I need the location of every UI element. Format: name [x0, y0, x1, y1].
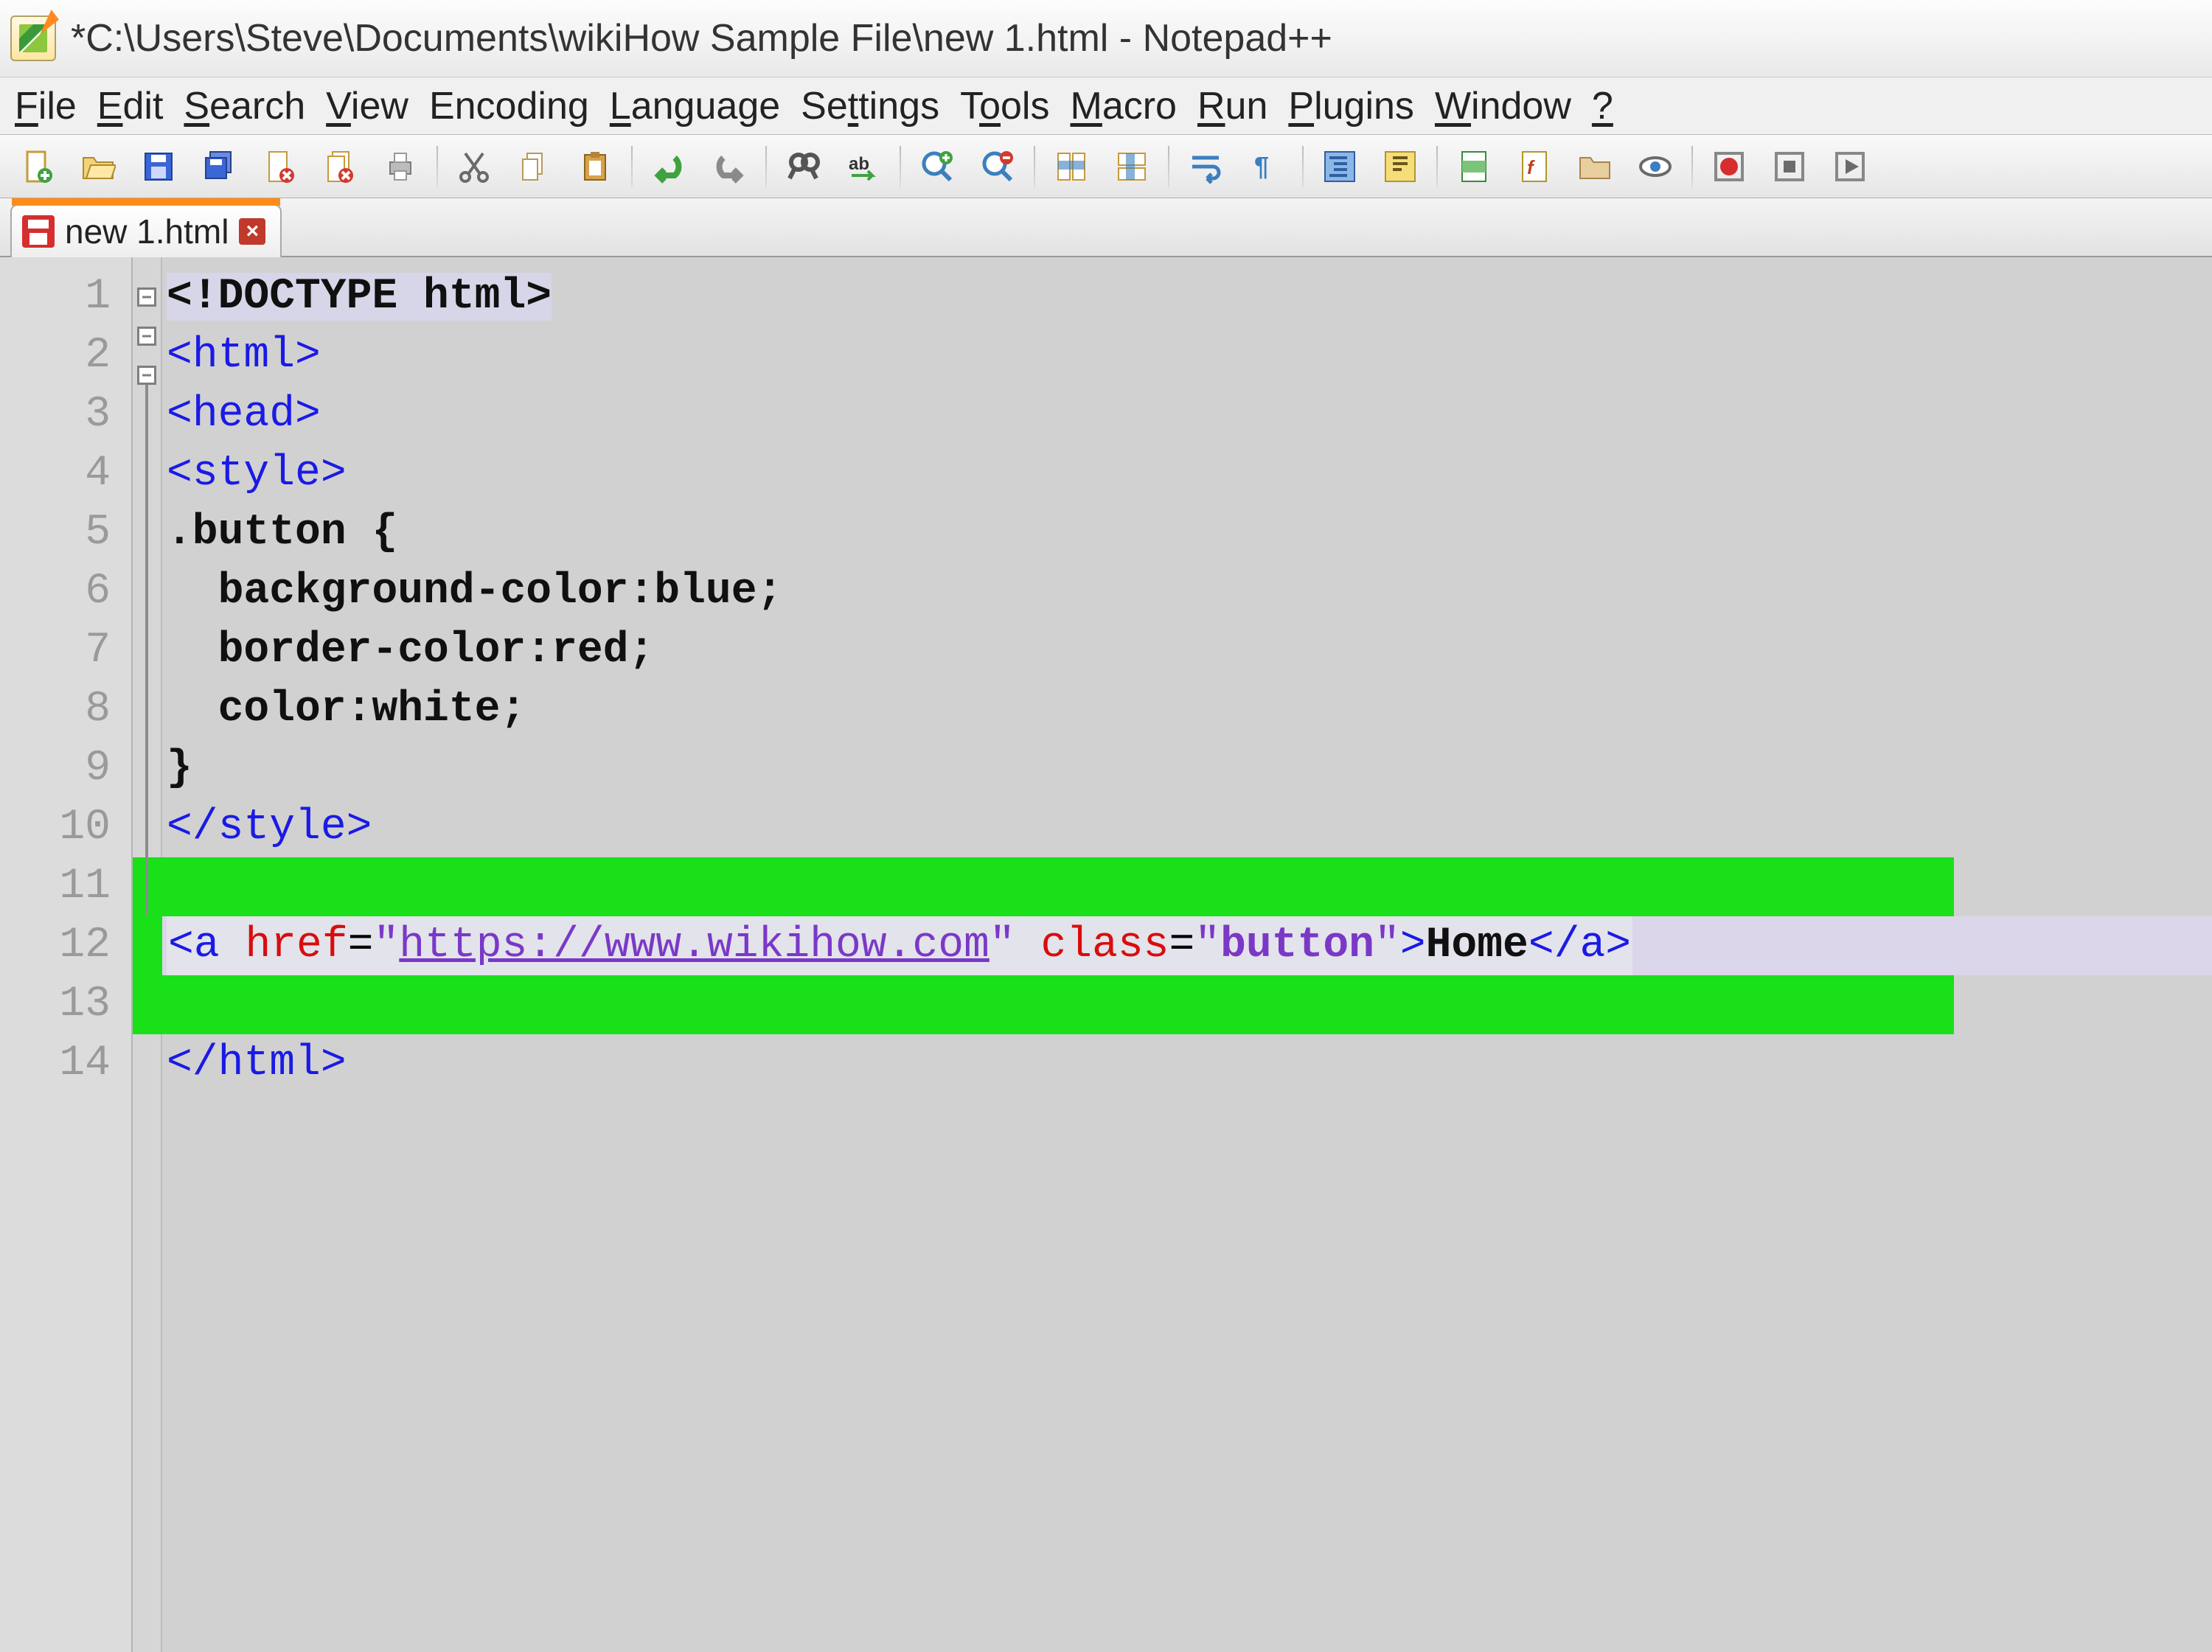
menu-help[interactable]: ?	[1592, 84, 1613, 128]
line-number: 4	[0, 445, 131, 503]
line-number: 8	[0, 680, 131, 739]
editor[interactable]: 1 2 3 4 5 6 7 8 9 10 11 12 13 14 <!DOCTY…	[0, 257, 2212, 1652]
sync-h-scroll-icon[interactable]	[1103, 142, 1161, 191]
svg-text:ab: ab	[849, 154, 869, 174]
code-line-10[interactable]: </style>	[162, 798, 2212, 857]
tabbar: new 1.html ×	[0, 198, 2212, 257]
menu-search[interactable]: Search	[184, 84, 305, 128]
line-number: 6	[0, 562, 131, 621]
line-number: 9	[0, 739, 131, 798]
line-number: 2	[0, 327, 131, 386]
word-wrap-icon[interactable]	[1177, 142, 1234, 191]
save-icon[interactable]	[130, 142, 187, 191]
line-number: 3	[0, 386, 131, 445]
sync-v-scroll-icon[interactable]	[1043, 142, 1100, 191]
zoom-in-icon[interactable]	[908, 142, 966, 191]
window-title: *C:\Users\Steve\Documents\wikiHow Sample…	[71, 16, 1332, 60]
fold-toggle-icon[interactable]	[137, 327, 156, 346]
tab-file[interactable]: new 1.html ×	[10, 204, 282, 257]
open-file-icon[interactable]	[69, 142, 127, 191]
menubar: File Edit Search View Encoding Language …	[0, 77, 2212, 135]
code-line-11[interactable]	[162, 857, 2212, 916]
menu-file[interactable]: File	[15, 84, 77, 128]
line-number: 7	[0, 621, 131, 680]
line-number: 14	[0, 1034, 131, 1093]
code-line-9[interactable]: }	[162, 739, 2212, 798]
find-icon[interactable]	[774, 142, 832, 191]
code-line-5[interactable]: .button {	[162, 503, 2212, 562]
toolbar-separator	[765, 146, 767, 187]
menu-tools[interactable]: Tools	[960, 84, 1049, 128]
menu-run[interactable]: Run	[1197, 84, 1267, 128]
svg-text:¶: ¶	[1254, 151, 1269, 181]
menu-macro[interactable]: Macro	[1070, 84, 1176, 128]
unsaved-file-icon	[22, 215, 55, 248]
menu-encoding[interactable]: Encoding	[429, 84, 589, 128]
close-file-icon[interactable]	[251, 142, 308, 191]
tab-label: new 1.html	[65, 212, 229, 251]
tab-close-icon[interactable]: ×	[239, 218, 265, 245]
fold-toggle-icon[interactable]	[137, 366, 156, 385]
menu-window[interactable]: Window	[1435, 84, 1571, 128]
code-line-12[interactable]: <a href="https://www.wikihow.com" class=…	[162, 916, 2212, 975]
toolbar-separator	[1691, 146, 1693, 187]
toolbar-separator	[1302, 146, 1304, 187]
user-lang-icon[interactable]	[1371, 142, 1429, 191]
toolbar-separator	[1436, 146, 1438, 187]
toolbar-separator	[631, 146, 633, 187]
toolbar-separator	[1168, 146, 1169, 187]
monitor-icon[interactable]	[1627, 142, 1684, 191]
line-number: 1	[0, 268, 131, 327]
titlebar: *C:\Users\Steve\Documents\wikiHow Sample…	[0, 0, 2212, 77]
line-number: 13	[0, 975, 131, 1034]
copy-icon[interactable]	[506, 142, 563, 191]
paste-icon[interactable]	[566, 142, 624, 191]
fold-line	[145, 680, 148, 916]
toolbar: ab ¶ f	[0, 135, 2212, 198]
menu-settings[interactable]: Settings	[801, 84, 939, 128]
code-line-3[interactable]: <head>	[162, 386, 2212, 445]
stop-macro-icon[interactable]	[1761, 142, 1818, 191]
cut-icon[interactable]	[445, 142, 503, 191]
record-macro-icon[interactable]	[1700, 142, 1758, 191]
function-list-icon[interactable]: f	[1506, 142, 1563, 191]
fold-line	[145, 385, 148, 680]
menu-view[interactable]: View	[326, 84, 408, 128]
code-line-14[interactable]: </html>	[162, 1034, 2212, 1093]
show-all-chars-icon[interactable]: ¶	[1237, 142, 1295, 191]
toolbar-separator	[900, 146, 901, 187]
code-line-4[interactable]: <style>	[162, 445, 2212, 503]
save-all-icon[interactable]	[190, 142, 248, 191]
toolbar-separator	[1034, 146, 1035, 187]
replace-icon[interactable]: ab	[835, 142, 892, 191]
print-icon[interactable]	[372, 142, 429, 191]
folder-workspace-icon[interactable]	[1566, 142, 1624, 191]
line-number-gutter: 1 2 3 4 5 6 7 8 9 10 11 12 13 14	[0, 257, 133, 1652]
code-line-2[interactable]: <html>	[162, 327, 2212, 386]
app-icon	[10, 15, 56, 61]
code-area[interactable]: <!DOCTYPE html> <html> <head> <style> .b…	[162, 257, 2212, 1652]
menu-edit[interactable]: Edit	[97, 84, 164, 128]
zoom-out-icon[interactable]	[969, 142, 1026, 191]
fold-toggle-icon[interactable]	[137, 287, 156, 307]
indent-guide-icon[interactable]	[1311, 142, 1368, 191]
menu-plugins[interactable]: Plugins	[1288, 84, 1414, 128]
new-file-icon[interactable]	[9, 142, 66, 191]
line-number: 12	[0, 916, 131, 975]
redo-icon[interactable]	[700, 142, 758, 191]
menu-language[interactable]: Language	[610, 84, 780, 128]
undo-icon[interactable]	[640, 142, 698, 191]
toolbar-separator	[437, 146, 438, 187]
code-line-13[interactable]	[162, 975, 2212, 1034]
line-number: 10	[0, 798, 131, 857]
code-line-1[interactable]: <!DOCTYPE html>	[162, 268, 2212, 327]
code-line-8[interactable]: color:white;	[162, 680, 2212, 739]
line-number: 11	[0, 857, 131, 916]
doc-map-icon[interactable]	[1445, 142, 1503, 191]
line-number: 5	[0, 503, 131, 562]
play-macro-icon[interactable]	[1821, 142, 1879, 191]
close-all-icon[interactable]	[311, 142, 369, 191]
code-line-6[interactable]: background-color:blue;	[162, 562, 2212, 621]
code-line-7[interactable]: border-color:red;	[162, 621, 2212, 680]
